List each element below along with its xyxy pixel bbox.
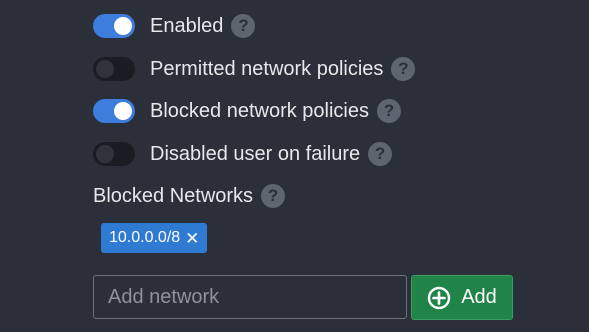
network-tag-value: 10.0.0.0/8 — [109, 229, 181, 246]
network-settings-panel: Enabled ? Permitted network policies ? B… — [0, 0, 589, 332]
add-network-input[interactable] — [93, 275, 407, 319]
toggle-row-disabled-user-on-failure: Disabled user on failure ? — [93, 139, 393, 169]
plus-circle-icon — [427, 286, 451, 310]
blocked-network-policies-label: Blocked network policies — [150, 100, 369, 122]
disabled-user-on-failure-toggle[interactable] — [93, 142, 135, 166]
enabled-toggle[interactable] — [93, 14, 135, 38]
network-tag: 10.0.0.0/8 ✕ — [101, 223, 208, 253]
toggle-knob — [96, 60, 114, 78]
blocked-networks-label: Blocked Networks — [93, 184, 254, 207]
blocked-network-policies-toggle[interactable] — [93, 99, 135, 123]
help-icon[interactable]: ? — [231, 14, 256, 38]
help-icon[interactable]: ? — [261, 184, 286, 208]
add-network-button[interactable]: Add — [411, 275, 513, 320]
help-icon[interactable]: ? — [377, 99, 401, 123]
toggle-row-blocked-network-policies: Blocked network policies ? — [93, 96, 401, 126]
toggle-knob — [114, 102, 132, 120]
permitted-network-policies-toggle[interactable] — [93, 57, 135, 81]
remove-tag-icon[interactable]: ✕ — [185, 230, 199, 247]
toggle-knob — [114, 17, 132, 35]
toggle-row-enabled: Enabled ? — [93, 11, 256, 41]
enabled-label: Enabled — [150, 15, 224, 37]
toggle-row-permitted-network-policies: Permitted network policies ? — [93, 54, 416, 84]
help-icon[interactable]: ? — [368, 142, 393, 166]
toggle-knob — [96, 145, 114, 163]
add-button-label: Add — [461, 286, 497, 308]
permitted-network-policies-label: Permitted network policies — [150, 58, 384, 80]
help-icon[interactable]: ? — [391, 57, 416, 81]
blocked-networks-heading: Blocked Networks ? — [93, 181, 286, 211]
disabled-user-on-failure-label: Disabled user on failure — [150, 143, 361, 165]
